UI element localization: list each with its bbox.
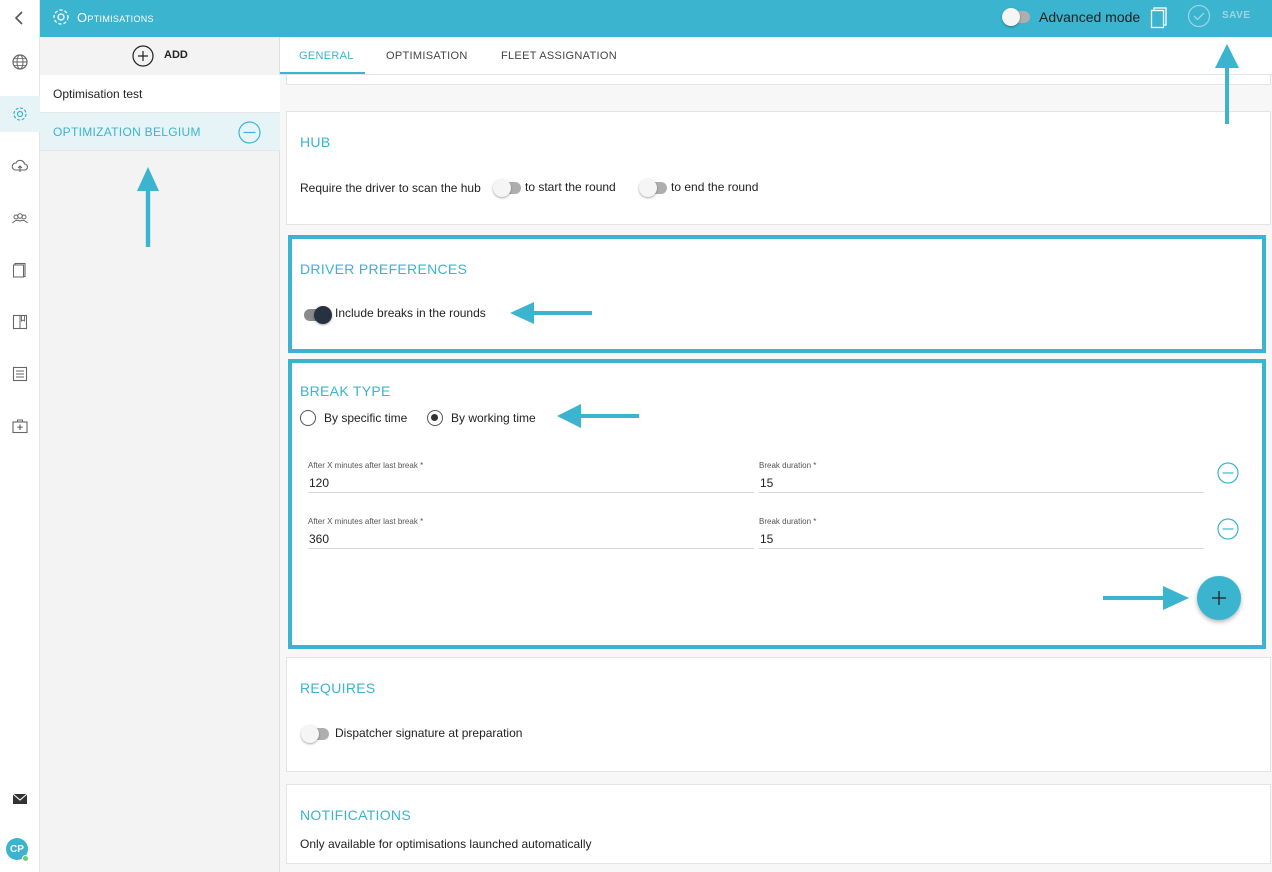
top-bar: Optimisations Advanced mode SAVE xyxy=(40,0,1272,37)
advanced-mode-label: Advanced mode xyxy=(1039,9,1141,25)
add-circle-icon xyxy=(132,45,154,72)
radio-specific-time-label: By specific time xyxy=(324,411,408,425)
check-circle-icon[interactable] xyxy=(1187,4,1211,33)
driver-preferences-card: DRIVER PREFERENCES Include breaks in the… xyxy=(288,235,1266,353)
include-breaks-toggle[interactable] xyxy=(304,306,332,324)
radio-working-time-label: By working time xyxy=(451,411,536,425)
annotation-arrow-right xyxy=(1103,586,1189,610)
previous-section-card xyxy=(286,75,1271,85)
break-type-card: BREAK TYPE By specific time By working t… xyxy=(288,359,1266,649)
input-underline xyxy=(308,548,754,549)
list-item-label: Optimisation test xyxy=(53,87,143,101)
settings-icon xyxy=(51,7,71,32)
annotation-arrow-up xyxy=(1215,44,1239,124)
radio-working-time[interactable] xyxy=(427,410,443,426)
active-tab-indicator xyxy=(280,72,365,74)
remove-row-icon[interactable] xyxy=(1217,462,1239,489)
page-title: Optimisations xyxy=(77,10,154,25)
cloud-upload-icon[interactable] xyxy=(0,148,40,184)
mail-icon[interactable] xyxy=(0,781,40,817)
dispatcher-signature-toggle[interactable] xyxy=(301,725,329,743)
remove-circle-icon[interactable] xyxy=(238,121,261,149)
list-icon[interactable] xyxy=(0,356,40,392)
start-round-label: to start the round xyxy=(525,180,616,194)
tab-fleet-assignation[interactable]: FLEET ASSIGNATION xyxy=(501,50,617,62)
annotation-arrow-left xyxy=(510,302,592,324)
break-duration-input[interactable]: 15 xyxy=(760,532,773,546)
end-round-toggle[interactable] xyxy=(639,179,667,197)
tab-bar: GENERAL OPTIMISATION FLEET ASSIGNATION xyxy=(280,37,1272,75)
remove-row-icon[interactable] xyxy=(1217,518,1239,545)
add-label: ADD xyxy=(164,49,188,61)
notifications-card: NOTIFICATIONS Only available for optimis… xyxy=(286,784,1271,864)
save-button[interactable]: SAVE xyxy=(1222,10,1251,21)
end-round-label: to end the round xyxy=(671,180,759,194)
break-duration-input[interactable]: 15 xyxy=(760,476,773,490)
back-icon[interactable] xyxy=(0,0,40,36)
after-minutes-label: After X minutes after last break * xyxy=(308,461,424,470)
after-minutes-input[interactable]: 360 xyxy=(309,532,329,546)
radio-specific-time[interactable] xyxy=(300,410,316,426)
scan-hub-label: Require the driver to scan the hub xyxy=(300,181,481,195)
hub-title: HUB xyxy=(300,134,331,150)
online-status-dot xyxy=(22,855,29,862)
annotation-arrow-left xyxy=(557,404,639,428)
add-button[interactable]: ADD xyxy=(40,37,280,75)
input-underline xyxy=(759,492,1204,493)
break-type-title: BREAK TYPE xyxy=(300,383,391,399)
after-minutes-input[interactable]: 120 xyxy=(309,476,329,490)
tab-optimisation[interactable]: OPTIMISATION xyxy=(386,50,468,62)
list-item[interactable]: Optimisation test xyxy=(40,75,280,113)
add-break-button[interactable] xyxy=(1197,576,1241,620)
team-icon[interactable] xyxy=(0,200,40,236)
annotation-arrow-up xyxy=(137,167,159,247)
advanced-mode-toggle[interactable] xyxy=(1002,8,1030,26)
requires-title: REQUIRES xyxy=(300,680,376,696)
input-underline xyxy=(759,548,1204,549)
plus-icon xyxy=(1212,591,1226,605)
medkit-icon[interactable] xyxy=(0,408,40,444)
break-duration-label: Break duration * xyxy=(759,517,817,526)
notifications-note: Only available for optimisations launche… xyxy=(300,837,592,851)
list-item-label: OPTIMIZATION BELGIUM xyxy=(53,125,201,139)
optimisation-list-panel: ADD Optimisation test OPTIMIZATION BELGI… xyxy=(40,37,280,872)
after-minutes-label: After X minutes after last break * xyxy=(308,517,424,526)
driver-preferences-title: DRIVER PREFERENCES xyxy=(300,261,468,277)
general-content: HUB Require the driver to scan the hub t… xyxy=(280,75,1272,872)
dispatcher-signature-label: Dispatcher signature at preparation xyxy=(335,726,523,740)
globe-icon[interactable] xyxy=(0,44,40,80)
book-icon[interactable] xyxy=(0,304,40,340)
tab-general[interactable]: GENERAL xyxy=(299,50,354,62)
notifications-title: NOTIFICATIONS xyxy=(300,807,411,823)
break-duration-label: Break duration * xyxy=(759,461,817,470)
requires-card: REQUIRES Dispatcher signature at prepara… xyxy=(286,657,1271,772)
hub-card: HUB Require the driver to scan the hub t… xyxy=(286,111,1271,225)
document-icon[interactable] xyxy=(0,252,40,288)
input-underline xyxy=(308,492,754,493)
settings-icon[interactable] xyxy=(0,96,40,132)
start-round-toggle[interactable] xyxy=(493,179,521,197)
document-icon[interactable] xyxy=(1150,6,1168,35)
include-breaks-label: Include breaks in the rounds xyxy=(335,306,486,320)
icon-rail: CP xyxy=(0,0,40,872)
list-item-selected[interactable]: OPTIMIZATION BELGIUM xyxy=(40,113,280,151)
